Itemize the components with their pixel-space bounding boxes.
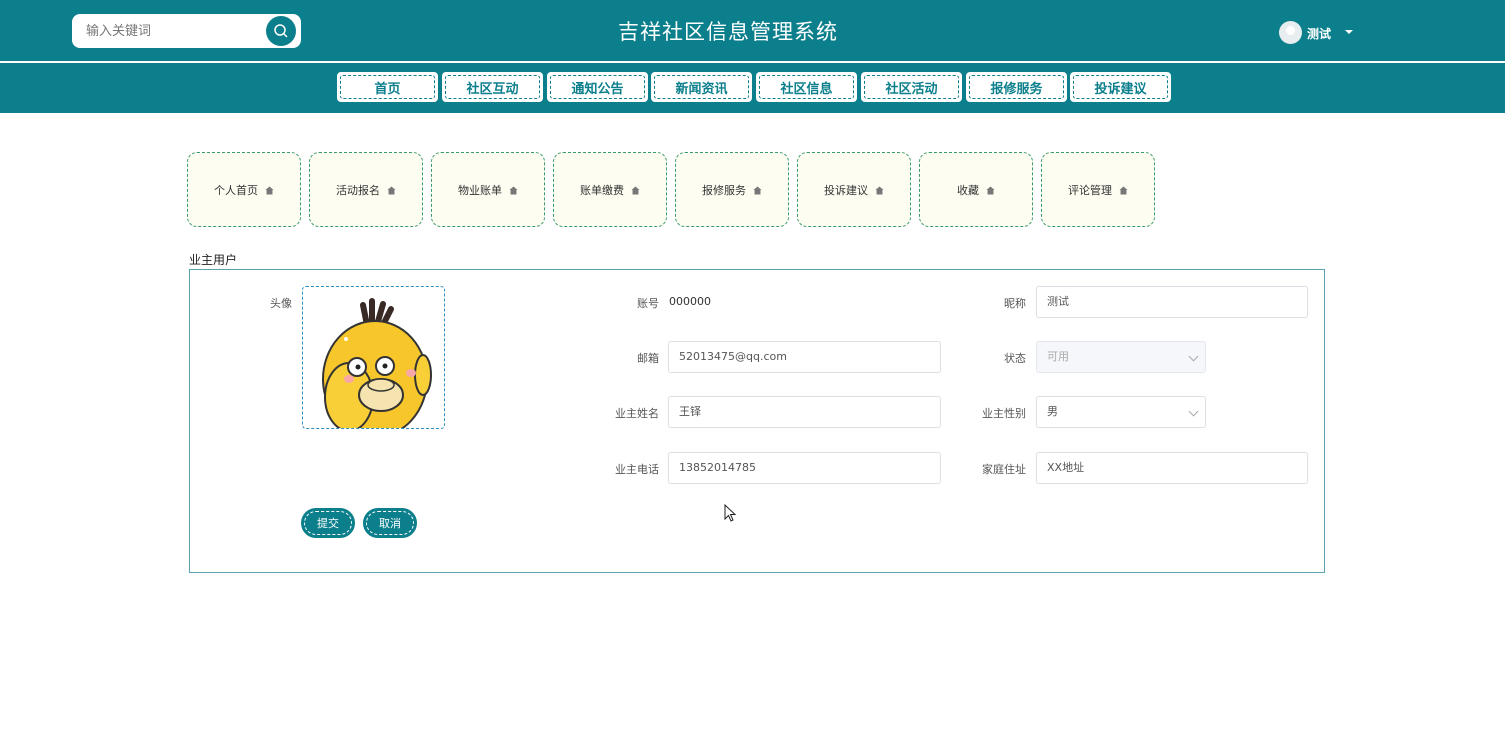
status-select: 可用 [1036,341,1206,373]
home-icon [875,186,884,195]
search-input[interactable] [86,22,266,40]
mouse-cursor-icon [724,504,736,522]
chevron-down-icon [1188,406,1199,417]
status-value: 可用 [1047,350,1069,363]
home-icon [753,186,762,195]
home-address-label: 家庭住址 [982,463,1026,476]
nav-item-notices[interactable]: 通知公告 [547,72,648,102]
nav-label: 报修服务 [969,75,1064,99]
nav-item-home[interactable]: 首页 [337,72,438,102]
nav-label: 社区活动 [864,75,959,99]
chevron-down-icon [1345,30,1353,34]
account-label: 账号 [637,297,659,310]
search-icon [274,24,288,38]
cancel-label: 取消 [366,511,414,535]
tile-activity-signup[interactable]: 活动报名 [309,152,423,227]
owner-name-label: 业主姓名 [615,407,659,420]
nav-item-complaints[interactable]: 投诉建议 [1070,72,1171,102]
nav-label: 通知公告 [550,75,645,99]
nav-item-repair[interactable]: 报修服务 [966,72,1067,102]
chevron-down-icon [1188,351,1199,362]
search-button[interactable] [266,16,296,46]
nav-item-community-activity[interactable]: 社区活动 [861,72,962,102]
duck-avatar-image [322,298,432,428]
tile-label: 个人首页 [214,183,258,197]
tile-comment-management[interactable]: 评论管理 [1041,152,1155,227]
home-address-input[interactable]: XX地址 [1036,452,1308,484]
submit-label: 提交 [304,511,352,535]
nav-label: 投诉建议 [1073,75,1168,99]
home-icon [631,186,640,195]
home-icon [265,186,274,195]
home-icon [1119,186,1128,195]
tile-repair-service[interactable]: 报修服务 [675,152,789,227]
nav-label: 首页 [340,75,435,99]
tile-favorites[interactable]: 收藏 [919,152,1033,227]
avatar-label: 头像 [270,297,292,310]
owner-name-input[interactable]: 王铎 [668,396,941,428]
nickname-label: 昵称 [1004,297,1026,310]
owner-gender-label: 业主性别 [982,407,1026,420]
submit-button[interactable]: 提交 [301,508,355,538]
home-icon [387,186,396,195]
avatar-upload[interactable] [302,286,445,429]
tile-label: 活动报名 [336,183,380,197]
tile-personal-home[interactable]: 个人首页 [187,152,301,227]
search-box [72,14,301,48]
tile-label: 账单缴费 [580,183,624,197]
nav-label: 社区互动 [445,75,540,99]
avatar [1279,21,1302,44]
gender-value: 男 [1047,405,1058,418]
email-label: 邮箱 [637,352,659,365]
tile-bill-payment[interactable]: 账单缴费 [553,152,667,227]
owner-gender-select[interactable]: 男 [1036,396,1206,428]
cancel-button[interactable]: 取消 [363,508,417,538]
email-input[interactable]: 52013475@qq.com [668,341,941,373]
username: 测试 [1307,27,1332,41]
nav-item-news[interactable]: 新闻资讯 [651,72,752,102]
tile-complaints[interactable]: 投诉建议 [797,152,911,227]
tile-label: 报修服务 [702,183,746,197]
section-title: 业主用户 [189,253,238,267]
tile-label: 投诉建议 [824,183,868,197]
home-icon [509,186,518,195]
status-label: 状态 [1004,352,1026,365]
site-title: 吉祥社区信息管理系统 [618,20,838,44]
home-icon [986,186,995,195]
tile-property-bill[interactable]: 物业账单 [431,152,545,227]
nav-label: 社区信息 [759,75,854,99]
account-value: 000000 [669,295,711,308]
owner-phone-input[interactable]: 13852014785 [668,452,941,484]
owner-phone-label: 业主电话 [615,463,659,476]
nickname-input[interactable]: 测试 [1036,286,1308,318]
nav-label: 新闻资讯 [654,75,749,99]
nav-item-community-info[interactable]: 社区信息 [756,72,857,102]
nav-bar [0,63,1505,113]
tile-label: 评论管理 [1068,183,1112,197]
nav-item-community-interaction[interactable]: 社区互动 [442,72,543,102]
tile-label: 收藏 [957,183,979,197]
tile-label: 物业账单 [458,183,502,197]
top-header: 吉祥社区信息管理系统 测试 [0,0,1505,61]
